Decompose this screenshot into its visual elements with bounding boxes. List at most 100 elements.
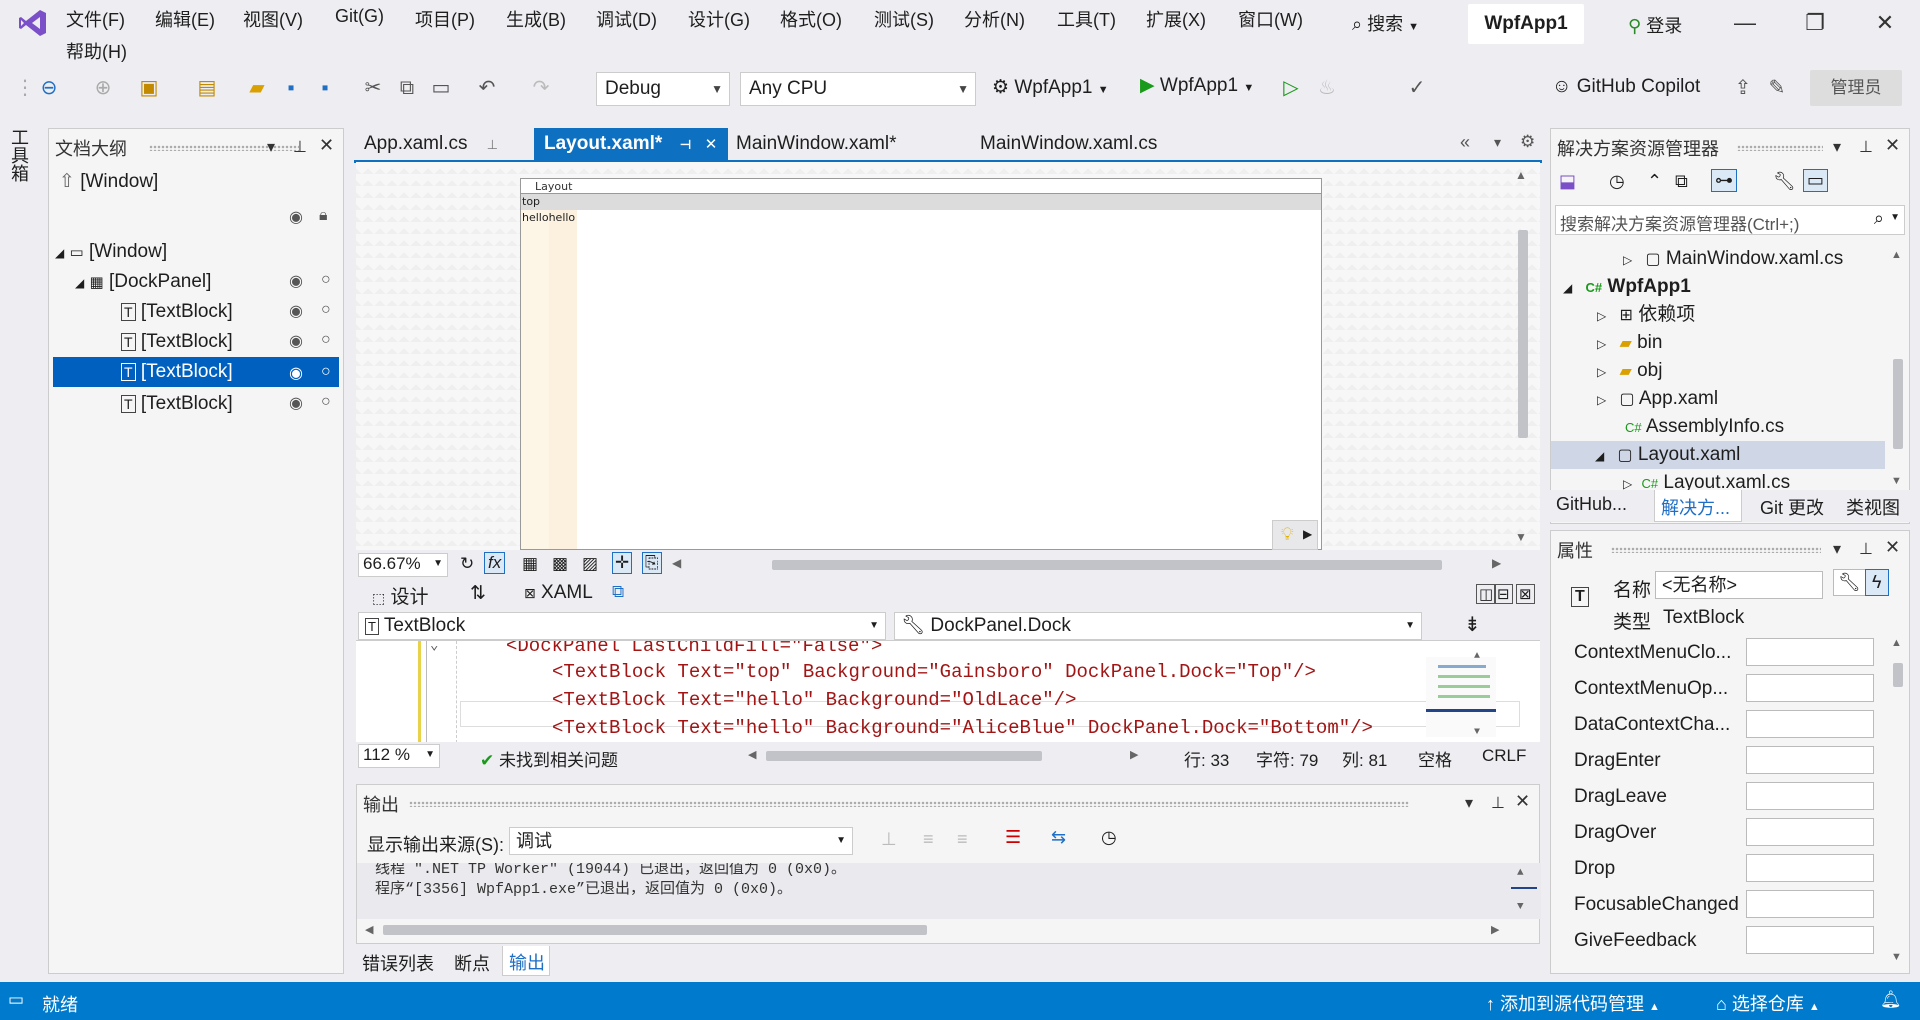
paste-icon[interactable]: ▭ [430, 77, 452, 99]
solution-item-layout-xaml[interactable]: ◢ ▢ Layout.xaml [1551, 441, 1885, 469]
scroll-left-icon[interactable]: ◀ [672, 556, 681, 570]
output-text[interactable]: 线程 ".NET TP Worker" (19044) 已退出，返回值为 0 (… [357, 863, 1541, 919]
scroll-up-icon[interactable]: ▲ [1515, 168, 1527, 182]
eye-icon[interactable]: ◉ [289, 393, 303, 413]
outline-root[interactable]: ⇧ [Window] [59, 167, 339, 197]
issues-indicator[interactable]: ✔ 未找到相关问题 [480, 746, 618, 771]
event-handler-input[interactable] [1746, 782, 1874, 810]
clear-all-icon[interactable]: ☰ [1005, 827, 1021, 848]
editor-scrollbar-h[interactable] [766, 751, 1042, 761]
pin-icon[interactable]: ⊥ [1491, 793, 1505, 813]
properties-wrench-icon[interactable]: 🔧︎ [1833, 569, 1866, 596]
lock-open-icon[interactable]: ○ [321, 393, 331, 411]
menu-build[interactable]: 生成(B) [506, 6, 566, 32]
settings-icon[interactable]: ⚙ [1520, 132, 1535, 152]
textblock-second[interactable] [549, 210, 577, 549]
event-handler-input[interactable] [1746, 710, 1874, 738]
cut-icon[interactable]: ✂ [362, 77, 384, 99]
dropdown-icon[interactable]: ▾ [267, 137, 275, 157]
menu-window[interactable]: 窗口(W) [1238, 6, 1303, 32]
scroll-tabs-icon[interactable]: « [1460, 132, 1470, 153]
properties-wrench-icon[interactable]: 🔧︎ [1773, 171, 1796, 192]
fx-effects-icon[interactable]: fx [484, 552, 506, 574]
github-copilot-button[interactable]: ☺ GitHub Copilot [1552, 76, 1700, 98]
scroll-down-icon[interactable]: ▼ [1515, 530, 1527, 544]
feedback-icon[interactable]: ✎ [1766, 77, 1788, 99]
tab-list-icon[interactable]: ▾ [1494, 134, 1501, 151]
designer-scrollbar-v[interactable] [1518, 230, 1528, 438]
textblock-oldlace[interactable] [521, 210, 549, 549]
event-handler-input[interactable] [1746, 854, 1874, 882]
toolbox-tab[interactable]: 工具箱 [6, 128, 32, 182]
start-without-debugging-icon[interactable]: ▷ [1280, 77, 1302, 99]
go-to-location-icon[interactable]: ⊥ [881, 829, 897, 850]
menu-view[interactable]: 视图(V) [243, 6, 303, 32]
solution-item-mainwindow-cs[interactable]: ▷ ▢ MainWindow.xaml.cs [1623, 245, 1843, 273]
element-nav-dropdown[interactable]: T TextBlock ▼ [358, 612, 886, 640]
search-button[interactable]: ⌕ 搜索 ▼ [1352, 10, 1419, 36]
save-all-icon[interactable]: ▪ [314, 77, 336, 99]
start-debugging-button[interactable]: ▶ WpfApp1 ▼ [1140, 74, 1254, 97]
lock-open-icon[interactable]: ○ [321, 363, 331, 381]
menu-project[interactable]: 项目(P) [415, 6, 475, 32]
solution-search-input[interactable]: 搜索解决方案资源管理器(Ctrl+;) ⌕ ▼ [1555, 205, 1905, 235]
open-folder-icon[interactable]: ▰ [246, 77, 268, 99]
login-button[interactable]: ⚲ 登录 [1628, 12, 1682, 38]
lock-open-icon[interactable]: ○ [321, 331, 331, 349]
history-icon[interactable]: ◷ [1609, 171, 1625, 192]
startup-project-dropdown[interactable]: ⚙ WpfApp1 ▼ [992, 76, 1109, 99]
share-icon[interactable]: ⇪ [1732, 77, 1754, 99]
tab-mainwindow-xaml-cs[interactable]: MainWindow.xaml.cs [970, 128, 1167, 160]
tab-mainwindow-xaml[interactable]: MainWindow.xaml* [726, 128, 907, 160]
sync-active-document-icon[interactable]: ⊶ [1711, 169, 1737, 192]
grid-icon[interactable]: ▦ [522, 554, 538, 574]
menu-debug[interactable]: 调试(D) [596, 6, 657, 32]
dropdown-icon[interactable]: ▾ [1833, 137, 1841, 157]
project-code-icon[interactable]: ⎘ [642, 552, 662, 574]
scroll-up-icon[interactable]: ▲ [1891, 249, 1902, 261]
event-handler-input[interactable] [1746, 926, 1874, 954]
pin-icon[interactable]: ⊣ [680, 137, 692, 152]
save-icon[interactable]: ▪ [280, 77, 302, 99]
split-icon[interactable]: ⇟ [1464, 612, 1481, 637]
snap-grid-icon[interactable]: ▩ [552, 554, 568, 574]
collapse-pane-icon[interactable]: ⊠ [1516, 584, 1535, 604]
tab-app-xaml-cs[interactable]: App.xaml.cs ⊥ [354, 128, 508, 160]
event-handler-input[interactable] [1746, 890, 1874, 918]
menu-tools[interactable]: 工具(T) [1057, 6, 1116, 32]
wpf-window-preview[interactable]: Layout top hellohello [520, 178, 1322, 550]
vs-switch-view-icon[interactable]: ⬓ [1559, 171, 1576, 192]
event-handler-input[interactable] [1746, 746, 1874, 774]
new-project-icon[interactable]: ▣ [138, 77, 160, 99]
event-handler-input[interactable] [1746, 674, 1874, 702]
menu-design[interactable]: 设计(G) [688, 6, 750, 32]
close-tab-icon[interactable]: ✕ [705, 136, 718, 153]
tab-solution[interactable]: 解决方... [1661, 494, 1730, 520]
configuration-dropdown[interactable]: Debug ▼ [596, 72, 730, 106]
eye-icon[interactable]: ◉ [289, 331, 303, 351]
pin-icon[interactable]: ⊥ [293, 137, 307, 157]
lock-open-icon[interactable]: ○ [321, 271, 331, 289]
solution-item-assemblyinfo[interactable]: C# AssemblyInfo.cs [1625, 413, 1784, 441]
line-ending[interactable]: CRLF [1482, 746, 1526, 766]
eye-icon[interactable]: ◉ [289, 301, 303, 321]
menu-test[interactable]: 测试(S) [874, 6, 934, 32]
back-icon[interactable]: ⊖ [38, 77, 60, 99]
close-icon[interactable]: ✕ [1885, 135, 1900, 156]
scroll-right-icon[interactable]: ▶ [1130, 748, 1138, 761]
artboard-icon[interactable]: ▨ [582, 554, 598, 574]
scroll-down-icon[interactable]: ▼ [1517, 901, 1524, 913]
lock-icon[interactable]: 🔒︎ [319, 207, 328, 225]
select-repository-button[interactable]: ⌂ 选择仓库 ▲ [1716, 990, 1820, 1016]
designer-scrollbar-h[interactable] [772, 560, 1442, 570]
solution-item-project[interactable]: ◢ C# WpfApp1 [1563, 273, 1691, 301]
forward-icon[interactable]: ⊕ [92, 77, 114, 99]
menu-help[interactable]: 帮助(H) [66, 38, 127, 64]
dropdown-icon[interactable]: ▾ [1833, 539, 1841, 559]
output-source-dropdown[interactable]: 调试 ▼ [509, 827, 853, 855]
copy-icon[interactable]: ⧉ [396, 77, 418, 99]
add-item-icon[interactable]: ▤ [196, 77, 218, 99]
refresh-icon[interactable]: ↻ [460, 554, 474, 574]
pin-icon[interactable]: ⊥ [487, 137, 498, 152]
scroll-down-icon[interactable]: ▼ [1891, 951, 1902, 963]
